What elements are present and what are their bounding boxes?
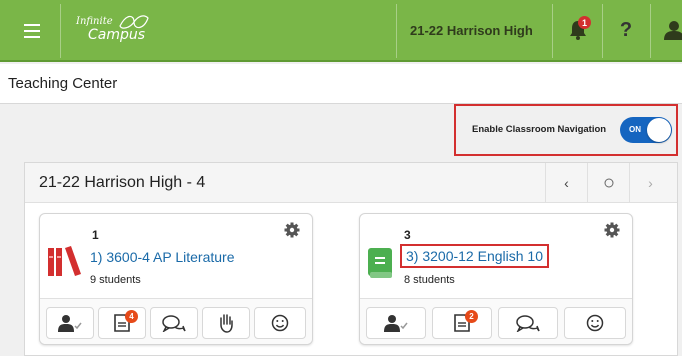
- divider: [552, 4, 553, 58]
- class-card: 3 3) 3200-12 English 10 8 students 2: [359, 213, 633, 345]
- hamburger-icon[interactable]: [8, 6, 56, 56]
- smiley-icon: [271, 314, 289, 332]
- card-toolbar: 4: [40, 298, 312, 344]
- smiley-icon: [586, 314, 604, 332]
- school-section-panel: 21-22 Harrison High - 4 ‹ › 1 1) 3600-4 …: [24, 162, 678, 356]
- top-navigation-bar: Infinite Campus 21-22 Harrison High 1 ?: [0, 0, 682, 62]
- gradebook-button[interactable]: 4: [98, 307, 146, 339]
- section-header: 21-22 Harrison High - 4 ‹ ›: [25, 163, 677, 203]
- school-name[interactable]: 21-22 Harrison High: [410, 23, 533, 38]
- roster-check-icon: [58, 315, 82, 332]
- attendance-button[interactable]: [366, 307, 426, 339]
- help-button[interactable]: ?: [608, 12, 644, 48]
- raise-hand-icon: [220, 314, 233, 333]
- notifications-button[interactable]: 1: [560, 12, 596, 48]
- gradebook-button[interactable]: 2: [432, 307, 492, 339]
- gradebook-badge: 2: [465, 310, 478, 323]
- page-header: Teaching Center: [0, 64, 682, 104]
- gradebook-badge: 4: [125, 310, 138, 323]
- class-card: 1 1) 3600-4 AP Literature 9 students 4: [39, 213, 313, 345]
- student-count: 8 students: [404, 274, 455, 286]
- previous-button[interactable]: ‹: [545, 163, 587, 203]
- books-red-icon: [48, 246, 81, 276]
- messages-icon: [162, 315, 186, 332]
- gear-icon[interactable]: [284, 222, 300, 238]
- class-link[interactable]: 3) 3200-12 English 10: [400, 244, 549, 268]
- divider: [60, 4, 61, 58]
- card-number: 3: [404, 228, 411, 242]
- messages-icon: [516, 315, 540, 332]
- classroom-navigation-label: Enable Classroom Navigation: [472, 124, 607, 135]
- notification-badge: 1: [578, 16, 591, 29]
- circle-icon: [604, 178, 613, 188]
- toggle-state-text: ON: [629, 125, 641, 134]
- gear-icon[interactable]: [604, 222, 620, 238]
- current-page-button[interactable]: [587, 163, 629, 203]
- card-number: 1: [92, 228, 99, 242]
- divider: [602, 4, 603, 58]
- classroom-navigation-highlight: Enable Classroom Navigation ON: [454, 104, 678, 156]
- classroom-navigation-toggle[interactable]: ON: [620, 117, 672, 143]
- behavior-button[interactable]: [564, 307, 626, 339]
- logo-text-line1: Infinite: [76, 16, 113, 27]
- toggle-knob: [647, 118, 671, 142]
- roster-check-icon: [384, 315, 408, 332]
- card-toolbar: 2: [360, 298, 632, 344]
- book-green-icon: [368, 248, 392, 278]
- attendance-button[interactable]: [46, 307, 94, 339]
- chevron-right-icon: ›: [648, 175, 653, 191]
- participation-button[interactable]: [202, 307, 250, 339]
- student-count: 9 students: [90, 274, 141, 286]
- class-link[interactable]: 1) 3600-4 AP Literature: [90, 249, 235, 265]
- person-icon: [664, 21, 682, 40]
- chevron-left-icon: ‹: [564, 175, 569, 191]
- behavior-button[interactable]: [254, 307, 306, 339]
- next-button[interactable]: ›: [629, 163, 671, 203]
- page-title: Teaching Center: [8, 75, 118, 92]
- section-title: 21-22 Harrison High - 4: [39, 174, 206, 191]
- divider: [396, 4, 397, 58]
- messages-button[interactable]: [498, 307, 558, 339]
- question-icon: ?: [619, 18, 633, 41]
- messages-button[interactable]: [150, 307, 198, 339]
- user-menu-button[interactable]: [656, 12, 682, 48]
- logo-text-line2: Campus: [88, 27, 146, 43]
- divider: [650, 4, 651, 58]
